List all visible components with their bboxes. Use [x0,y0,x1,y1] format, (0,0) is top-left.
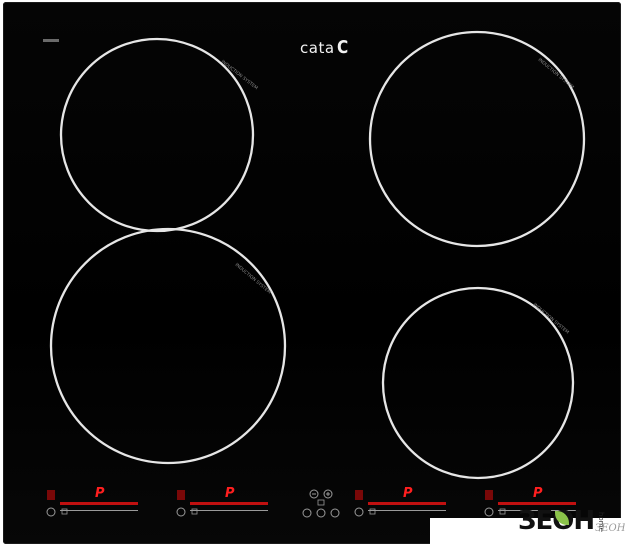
brand-name: cata [300,39,335,57]
power-icon [302,508,312,518]
induction-hob-glass: INDUCTION SYSTEM INDUCTION SYSTEM INDUCT… [3,2,621,544]
power-display-4: P [533,486,543,501]
watermark-sub: ЗЕОН+ [595,523,625,534]
model-mark [43,39,59,42]
power-display-2: P [225,486,235,501]
timer-icon [317,499,325,506]
power-display-3: P [403,486,413,501]
zone-label: INDUCTION SYSTEM [537,57,575,91]
hob-surface: INDUCTION SYSTEM INDUCTION SYSTEM INDUCT… [46,30,586,518]
lock-icon [330,508,340,518]
zone-control-panel-3[interactable] [354,490,446,517]
zone-label: INDUCTION SYSTEM [532,302,570,336]
zone-control-panel-2[interactable] [176,490,268,517]
brand-mark: C [336,37,349,58]
power-display-1: P [95,486,105,501]
cooking-zone-front-right: INDUCTION SYSTEM [381,286,575,480]
cooking-zone-rear-left: INDUCTION SYSTEM [59,37,259,233]
center-controls[interactable] [302,489,340,518]
cooking-zone-front-left: INDUCTION SYSTEM [49,227,287,465]
cooking-zone-rear-right: INDUCTION SYSTEM [368,30,586,248]
zone-control-panel-1[interactable] [46,490,138,517]
info-icon [316,508,326,518]
brand-logo: cata C [300,37,349,58]
watermark: ЗЕОН home ЗЕОН+ [518,506,625,536]
